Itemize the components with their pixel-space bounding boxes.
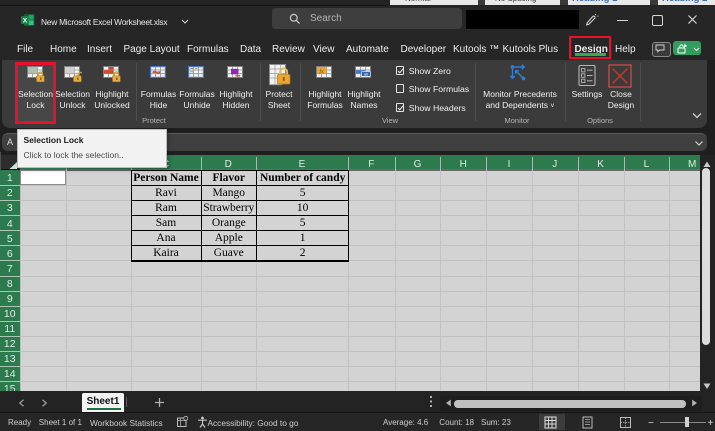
svg-text:ab: ab xyxy=(364,71,369,76)
svg-text:fx: fx xyxy=(319,68,324,75)
svg-text:X: X xyxy=(23,17,28,24)
